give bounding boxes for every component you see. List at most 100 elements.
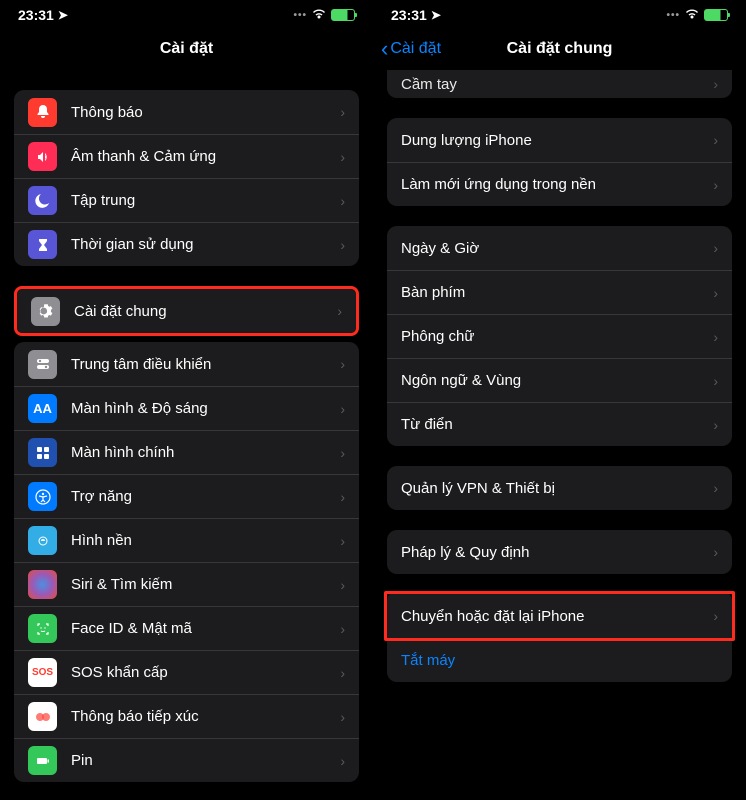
chevron-right-icon: › xyxy=(340,193,345,209)
row-shutdown[interactable]: Tắt máy xyxy=(387,638,732,682)
page-title: Cài đặt xyxy=(160,40,213,58)
row-label: Ngày & Giờ xyxy=(401,240,713,257)
row-label: Hình nền xyxy=(71,532,340,549)
group-storage: Dung lượng iPhone › Làm mới ứng dụng tro… xyxy=(387,118,732,206)
general-settings-screen: 23:31 ➤ ••• ‹ Cài đặt Cài đặt chung Cầm … xyxy=(373,0,746,800)
battery-icon xyxy=(331,9,355,21)
chevron-left-icon: ‹ xyxy=(381,36,388,62)
chevron-right-icon: › xyxy=(713,608,718,624)
header: Cài đặt xyxy=(0,28,373,70)
toggles-icon xyxy=(28,350,57,379)
row-face-id[interactable]: Face ID & Mật mã › xyxy=(14,606,359,650)
location-icon: ➤ xyxy=(431,8,441,22)
status-time: 23:31 xyxy=(391,7,427,23)
row-date-time[interactable]: Ngày & Giờ › xyxy=(387,226,732,270)
group-vpn: Quản lý VPN & Thiết bị › xyxy=(387,466,732,510)
chevron-right-icon: › xyxy=(337,303,342,319)
row-label: Âm thanh & Cảm ứng xyxy=(71,148,340,165)
row-siri[interactable]: Siri & Tìm kiếm › xyxy=(14,562,359,606)
row-focus[interactable]: Tập trung › xyxy=(14,178,359,222)
row-label: Tắt máy xyxy=(401,652,718,669)
row-exposure[interactable]: Thông báo tiếp xúc › xyxy=(14,694,359,738)
row-background-refresh[interactable]: Làm mới ứng dụng trong nền › xyxy=(387,162,732,206)
settings-group-1: Thông báo › Âm thanh & Cảm ứng › Tập tru… xyxy=(14,90,359,266)
row-transfer-reset[interactable]: Chuyển hoặc đặt lại iPhone › xyxy=(387,594,732,638)
page-title: Cài đặt chung xyxy=(507,40,613,58)
sos-icon: SOS xyxy=(28,658,57,687)
row-notifications[interactable]: Thông báo › xyxy=(14,90,359,134)
chevron-right-icon: › xyxy=(713,329,718,345)
row-hidden-top[interactable]: Cầm tay › xyxy=(387,70,732,98)
chevron-right-icon: › xyxy=(340,237,345,253)
row-label: Thời gian sử dụng xyxy=(71,236,340,253)
chevron-right-icon: › xyxy=(713,285,718,301)
back-label: Cài đặt xyxy=(390,40,441,58)
row-dictionary[interactable]: Từ điển › xyxy=(387,402,732,446)
chevron-right-icon: › xyxy=(713,417,718,433)
chevron-right-icon: › xyxy=(713,544,718,560)
row-label: Từ điển xyxy=(401,416,713,433)
row-keyboard[interactable]: Bàn phím › xyxy=(387,270,732,314)
sound-icon xyxy=(28,142,57,171)
row-vpn-device[interactable]: Quản lý VPN & Thiết bị › xyxy=(387,466,732,510)
wifi-icon xyxy=(311,8,327,23)
row-label: Cài đặt chung xyxy=(74,303,337,320)
group-legal: Pháp lý & Quy định › xyxy=(387,530,732,574)
row-label: Siri & Tìm kiếm xyxy=(71,576,340,593)
chevron-right-icon: › xyxy=(340,401,345,417)
row-general[interactable]: Cài đặt chung › xyxy=(17,289,356,333)
chevron-right-icon: › xyxy=(713,480,718,496)
text-size-icon: AA xyxy=(28,394,57,423)
row-display[interactable]: AA Màn hình & Độ sáng › xyxy=(14,386,359,430)
row-wallpaper[interactable]: Hình nền › xyxy=(14,518,359,562)
row-battery[interactable]: Pin › xyxy=(14,738,359,782)
accessibility-icon xyxy=(28,482,57,511)
moon-icon xyxy=(28,186,57,215)
signal-icon: ••• xyxy=(293,10,307,21)
hourglass-icon xyxy=(28,230,57,259)
row-screen-time[interactable]: Thời gian sử dụng › xyxy=(14,222,359,266)
chevron-right-icon: › xyxy=(340,533,345,549)
chevron-right-icon: › xyxy=(713,76,718,92)
row-iphone-storage[interactable]: Dung lượng iPhone › xyxy=(387,118,732,162)
row-accessibility[interactable]: Trợ năng › xyxy=(14,474,359,518)
siri-icon xyxy=(28,570,57,599)
chevron-right-icon: › xyxy=(713,132,718,148)
chevron-right-icon: › xyxy=(340,489,345,505)
status-bar: 23:31 ➤ ••• xyxy=(373,0,746,28)
row-label: Ngôn ngữ & Vùng xyxy=(401,372,713,389)
chevron-right-icon: › xyxy=(340,753,345,769)
grid-icon xyxy=(28,438,57,467)
row-emergency-sos[interactable]: SOS SOS khẩn cấp › xyxy=(14,650,359,694)
chevron-right-icon: › xyxy=(340,665,345,681)
row-language-region[interactable]: Ngôn ngữ & Vùng › xyxy=(387,358,732,402)
row-sounds[interactable]: Âm thanh & Cảm ứng › xyxy=(14,134,359,178)
row-fonts[interactable]: Phông chữ › xyxy=(387,314,732,358)
signal-icon: ••• xyxy=(666,10,680,21)
chevron-right-icon: › xyxy=(340,445,345,461)
row-label: Face ID & Mật mã xyxy=(71,620,340,637)
row-control-center[interactable]: Trung tâm điều khiển › xyxy=(14,342,359,386)
chevron-right-icon: › xyxy=(713,240,718,256)
location-icon: ➤ xyxy=(58,8,68,22)
group-partial: Cầm tay › xyxy=(387,70,732,98)
row-legal[interactable]: Pháp lý & Quy định › xyxy=(387,530,732,574)
row-label: Thông báo tiếp xúc xyxy=(71,708,340,725)
bell-icon xyxy=(28,98,57,127)
back-button[interactable]: ‹ Cài đặt xyxy=(381,36,441,62)
group-locale: Ngày & Giờ › Bàn phím › Phông chữ › Ngôn… xyxy=(387,226,732,446)
exposure-icon xyxy=(28,702,57,731)
wallpaper-icon xyxy=(28,526,57,555)
row-label: Màn hình & Độ sáng xyxy=(71,400,340,417)
face-id-icon xyxy=(28,614,57,643)
row-label: Pháp lý & Quy định xyxy=(401,544,713,561)
chevron-right-icon: › xyxy=(340,356,345,372)
chevron-right-icon: › xyxy=(340,104,345,120)
gear-icon xyxy=(31,297,60,326)
row-home-screen[interactable]: Màn hình chính › xyxy=(14,430,359,474)
row-label: Thông báo xyxy=(71,104,340,121)
highlight-general: Cài đặt chung › xyxy=(14,286,359,336)
row-label: Trợ năng xyxy=(71,488,340,505)
row-label: Làm mới ứng dụng trong nền xyxy=(401,176,713,193)
header: ‹ Cài đặt Cài đặt chung xyxy=(373,28,746,70)
